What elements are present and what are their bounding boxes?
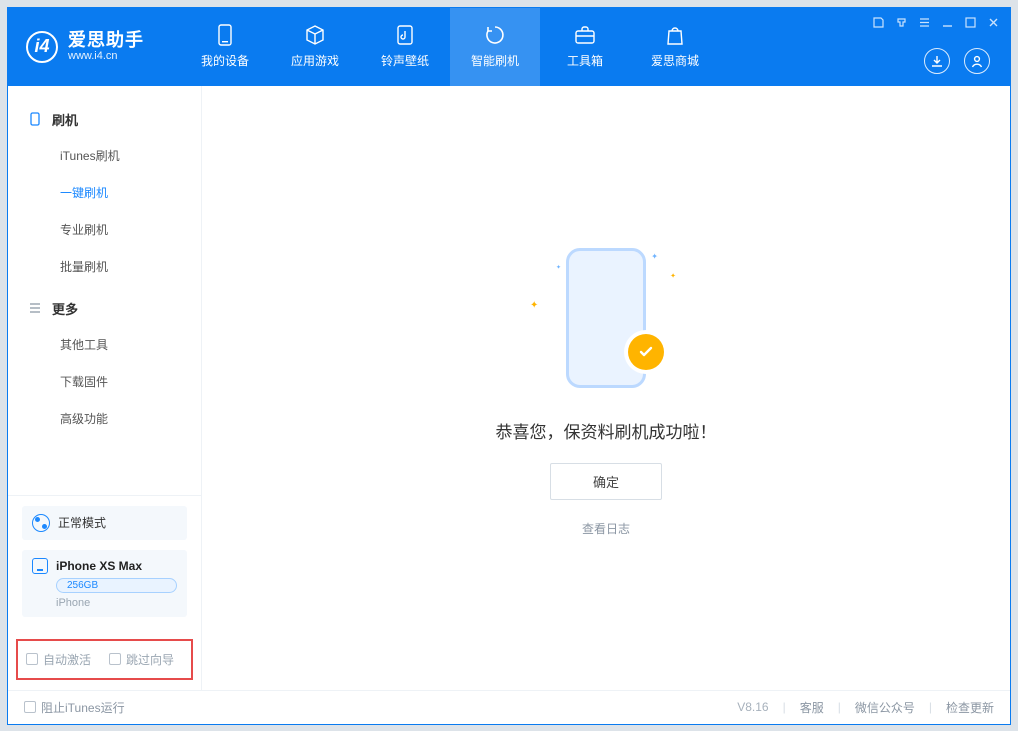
sidebar-item-pro-flash[interactable]: 专业刷机	[8, 211, 201, 248]
tab-ringtones[interactable]: 铃声壁纸	[360, 8, 450, 86]
close-icon[interactable]	[987, 16, 1000, 32]
tab-store[interactable]: 爱思商城	[630, 8, 720, 86]
window-controls	[872, 16, 1000, 32]
checkbox-skip-guide[interactable]: 跳过向导	[109, 651, 174, 668]
sidebar-group-flash: 刷机	[8, 96, 201, 137]
sparkle-icon: ✦	[556, 264, 561, 271]
sidebar-item-itunes-flash[interactable]: iTunes刷机	[8, 137, 201, 174]
checkbox-box-icon	[26, 653, 38, 665]
device-info[interactable]: iPhone XS Max 256GB iPhone	[22, 550, 187, 617]
statusbar: 阻止iTunes运行 V8.16 | 客服 | 微信公众号 | 检查更新	[8, 690, 1010, 724]
phone-icon	[28, 112, 42, 126]
checkbox-box-icon	[24, 701, 36, 713]
sparkle-icon: ✦	[651, 252, 658, 261]
separator: |	[783, 700, 786, 714]
tab-apps[interactable]: 应用游戏	[270, 8, 360, 86]
logo: i4 爱思助手 www.i4.cn	[8, 8, 162, 86]
device-mode[interactable]: 正常模式	[22, 506, 187, 540]
sidebar-item-download-firmware[interactable]: 下载固件	[8, 363, 201, 400]
sparkle-icon: ✦	[670, 272, 676, 280]
refresh-shield-icon	[484, 24, 506, 46]
device-panel: 正常模式 iPhone XS Max 256GB iPhone	[8, 495, 201, 627]
ok-button[interactable]: 确定	[550, 463, 662, 500]
app-title: 爱思助手	[68, 31, 144, 51]
checkbox-label: 自动激活	[43, 651, 91, 668]
device-mode-label: 正常模式	[58, 514, 106, 531]
sidebar-group-more: 更多	[8, 285, 201, 326]
maximize-icon[interactable]	[964, 16, 977, 32]
device-storage: 256GB	[56, 578, 177, 593]
tab-flash[interactable]: 智能刷机	[450, 8, 540, 86]
tab-my-device[interactable]: 我的设备	[180, 8, 270, 86]
music-file-icon	[394, 24, 416, 46]
success-check-icon	[628, 334, 664, 370]
tab-toolbox[interactable]: 工具箱	[540, 8, 630, 86]
tab-label: 智能刷机	[471, 52, 519, 69]
tab-label: 应用游戏	[291, 52, 339, 69]
device-name: iPhone XS Max	[56, 559, 142, 573]
bag-icon	[664, 24, 686, 46]
wechat-link[interactable]: 微信公众号	[855, 699, 915, 716]
checkbox-label: 阻止iTunes运行	[41, 699, 125, 716]
nav-tabs: 我的设备 应用游戏 铃声壁纸 智能刷机 工具箱 爱思商城	[180, 8, 720, 86]
menu-icon[interactable]	[918, 16, 931, 32]
body: 刷机 iTunes刷机 一键刷机 专业刷机 批量刷机 更多 其他工具 下载固件 …	[8, 86, 1010, 690]
separator: |	[929, 700, 932, 714]
sparkle-icon: ✦	[530, 300, 538, 311]
sidebar: 刷机 iTunes刷机 一键刷机 专业刷机 批量刷机 更多 其他工具 下载固件 …	[8, 86, 202, 690]
sidebar-group-title: 刷机	[52, 110, 78, 129]
support-link[interactable]: 客服	[800, 699, 824, 716]
tab-label: 爱思商城	[651, 52, 699, 69]
sidebar-item-advanced[interactable]: 高级功能	[8, 400, 201, 437]
logo-icon: i4	[26, 31, 58, 63]
toolbox-icon	[574, 24, 596, 46]
check-update-link[interactable]: 检查更新	[946, 699, 994, 716]
checkbox-auto-activate[interactable]: 自动激活	[26, 651, 91, 668]
sidebar-item-batch-flash[interactable]: 批量刷机	[8, 248, 201, 285]
download-button[interactable]	[924, 48, 950, 74]
tab-label: 工具箱	[567, 52, 603, 69]
mode-icon	[32, 514, 50, 532]
tab-label: 我的设备	[201, 52, 249, 69]
flash-options-highlight: 自动激活 跳过向导	[16, 639, 193, 680]
sidebar-item-other-tools[interactable]: 其他工具	[8, 326, 201, 363]
device-type: iPhone	[56, 597, 177, 609]
app-window: i4 爱思助手 www.i4.cn 我的设备 应用游戏 铃声壁纸 智能刷机	[7, 7, 1011, 725]
sidebar-group-title: 更多	[52, 299, 78, 318]
app-subtitle: www.i4.cn	[68, 50, 144, 62]
phone-illustration-icon	[566, 248, 646, 388]
checkbox-label: 跳过向导	[126, 651, 174, 668]
checkbox-box-icon	[109, 653, 121, 665]
skin-icon[interactable]	[895, 16, 908, 32]
checkbox-block-itunes[interactable]: 阻止iTunes运行	[24, 699, 125, 716]
main-content: ✦ ✦ ✦ ✦ 恭喜您，保资料刷机成功啦！ 确定 查看日志	[202, 86, 1010, 690]
tab-label: 铃声壁纸	[381, 52, 429, 69]
list-icon	[28, 301, 42, 315]
success-illustration: ✦ ✦ ✦ ✦	[516, 238, 696, 398]
view-log-link[interactable]: 查看日志	[582, 520, 630, 537]
account-button[interactable]	[964, 48, 990, 74]
minimize-icon[interactable]	[941, 16, 954, 32]
separator: |	[838, 700, 841, 714]
feedback-icon[interactable]	[872, 16, 885, 32]
success-message: 恭喜您，保资料刷机成功啦！	[496, 418, 717, 443]
device-icon	[214, 24, 236, 46]
cube-icon	[304, 24, 326, 46]
phone-icon	[32, 558, 48, 574]
sidebar-item-oneclick-flash[interactable]: 一键刷机	[8, 174, 201, 211]
header: i4 爱思助手 www.i4.cn 我的设备 应用游戏 铃声壁纸 智能刷机	[8, 8, 1010, 86]
version-label: V8.16	[737, 700, 768, 714]
